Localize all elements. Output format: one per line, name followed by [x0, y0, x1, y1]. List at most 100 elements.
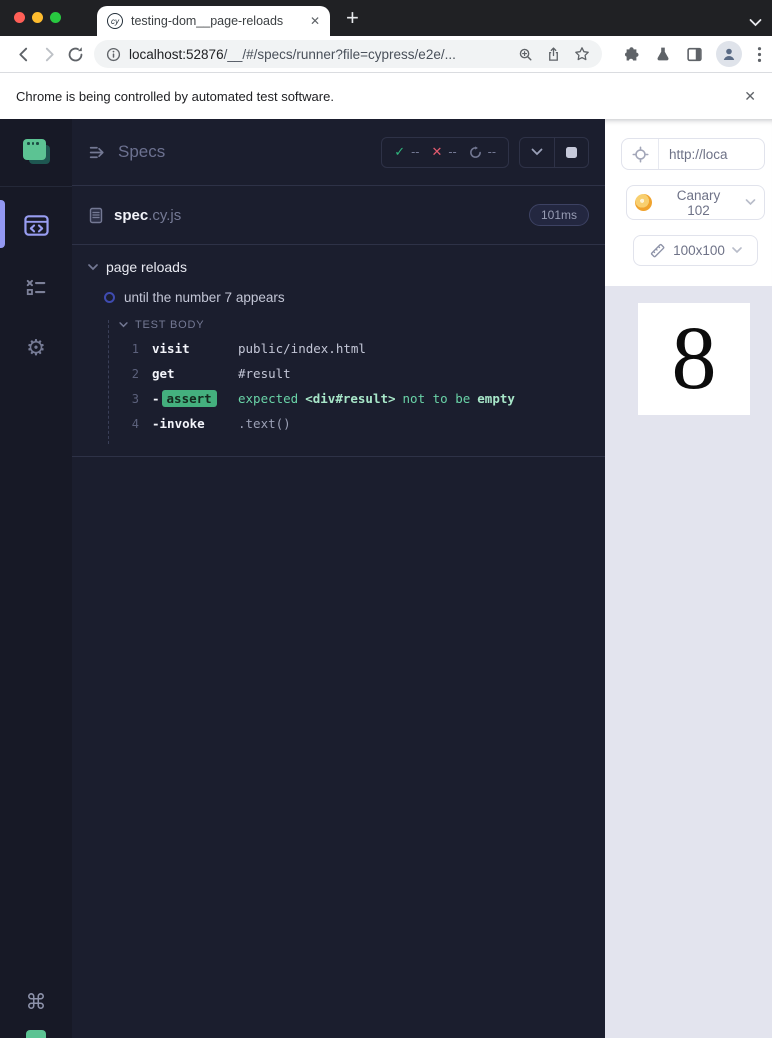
browser-selector-label: Canary 102: [652, 188, 745, 218]
reporter-panel: Specs ✓ -- ✕ -- -- spec.cy.js 101ms page…: [72, 119, 605, 1038]
x-icon: ✕: [431, 144, 443, 159]
command-name-text: visit: [152, 341, 190, 356]
command-args: .text(): [238, 416, 291, 431]
cypress-favicon-icon: cy: [107, 13, 123, 29]
stacked-cards-icon: [21, 138, 51, 166]
zoom-icon[interactable]: [518, 47, 533, 62]
command-row-visit[interactable]: 1 visit public/index.html: [119, 336, 589, 361]
assert-msg-not-to-be: not to be: [402, 391, 471, 406]
gear-icon: ⚙: [26, 335, 46, 360]
command-dash: -: [152, 416, 160, 431]
command-number: 3: [131, 391, 139, 406]
command-number: 1: [131, 341, 139, 356]
test-until-number-appears[interactable]: until the number 7 appears: [104, 289, 589, 306]
stop-button[interactable]: [554, 137, 588, 167]
profile-avatar[interactable]: [716, 41, 742, 67]
automation-banner: Chrome is being controlled by automated …: [0, 73, 772, 119]
tab-title: testing-dom__page-reloads: [131, 14, 284, 28]
test-stats[interactable]: ✓ -- ✕ -- --: [381, 136, 509, 168]
stat-passed-value: --: [411, 145, 420, 159]
stat-failed-value: --: [448, 145, 457, 159]
extensions-puzzle-icon[interactable]: [623, 46, 640, 63]
command-name: - assert: [152, 390, 238, 407]
close-window-button[interactable]: [14, 12, 25, 23]
check-icon: ✓: [394, 144, 406, 159]
sidebar-item-runs[interactable]: [0, 275, 72, 301]
reload-icon[interactable]: [62, 46, 88, 63]
aut-header: http://loca Canary 102 100x100: [605, 119, 772, 286]
flask-icon[interactable]: [655, 46, 671, 62]
collapse-chevron-button[interactable]: [520, 138, 554, 167]
url-text: localhost:52876/__/#/specs/runner?file=c…: [129, 47, 505, 62]
aut-url-bar[interactable]: http://loca: [621, 138, 765, 170]
url-path: /__/#/specs/runner?file=cypress/e2e/...: [223, 46, 456, 62]
command-row-assert[interactable]: 3 - assert expected <div#result> not to be e…: [119, 386, 589, 411]
site-info-icon[interactable]: [106, 47, 121, 62]
sidebar-item-settings[interactable]: ⚙: [0, 337, 72, 359]
command-row-invoke[interactable]: 4 -invoke .text(): [119, 411, 589, 436]
test-body-toggle[interactable]: TEST BODY: [119, 319, 589, 336]
forward-icon[interactable]: [36, 46, 62, 63]
command-icon: ⌘: [25, 991, 47, 1014]
spec-file-name: spec.cy.js: [114, 207, 181, 224]
share-icon[interactable]: [546, 46, 561, 62]
chevron-down-icon: [745, 199, 756, 206]
run-controls: [519, 136, 589, 168]
keyboard-shortcuts-button[interactable]: ⌘: [0, 992, 72, 1013]
selector-playground-icon[interactable]: [622, 145, 658, 163]
maximize-window-button[interactable]: [50, 12, 61, 23]
suite-title: page reloads: [106, 259, 187, 275]
command-name-text: invoke: [159, 416, 205, 431]
browser-name: Canary: [676, 187, 721, 203]
chevron-down-icon: [732, 247, 742, 254]
test-title: until the number 7 appears: [124, 290, 285, 305]
tab-close-icon[interactable]: ✕: [310, 14, 320, 28]
specs-list-toggle-icon[interactable]: [88, 143, 107, 162]
menu-dots-icon[interactable]: [757, 46, 762, 63]
command-name-text: get: [152, 366, 175, 381]
ruler-icon: [649, 242, 666, 259]
back-icon[interactable]: [10, 46, 36, 63]
viewport-selector[interactable]: 100x100: [633, 235, 758, 266]
reporter-header: Specs ✓ -- ✕ -- --: [72, 119, 605, 186]
browser-tab[interactable]: cy testing-dom__page-reloads ✕: [97, 6, 330, 36]
sidebar-divider: [0, 186, 72, 187]
aut-url-text: http://loca: [669, 146, 728, 162]
chevron-down-icon: [88, 263, 98, 271]
bookmark-star-icon[interactable]: [574, 46, 590, 62]
address-bar[interactable]: localhost:52876/__/#/specs/runner?file=c…: [94, 40, 602, 68]
spec-file-icon: [88, 207, 104, 224]
stat-pending: --: [469, 145, 496, 159]
command-args: #result: [238, 366, 291, 381]
browser-selector[interactable]: Canary 102: [626, 185, 765, 220]
assert-msg-element: <div#result>: [305, 391, 396, 406]
aut-panel: http://loca Canary 102 100x100 8: [605, 119, 772, 1038]
suite-page-reloads[interactable]: page reloads: [88, 258, 589, 276]
new-tab-button[interactable]: +: [346, 2, 359, 34]
command-name: get: [152, 366, 238, 381]
specs-stack-icon[interactable]: [0, 138, 72, 166]
automation-banner-text: Chrome is being controlled by automated …: [16, 88, 334, 104]
command-row-get[interactable]: 2 get #result: [119, 361, 589, 386]
command-name: visit: [152, 341, 238, 356]
command-dash: -: [152, 391, 160, 406]
stat-failed: ✕ --: [431, 144, 456, 160]
command-name: -invoke: [152, 416, 238, 431]
spec-name-bold: spec: [114, 206, 149, 224]
sidebar-item-specs[interactable]: [0, 212, 72, 239]
sidebar-bottom-partial-icon: [26, 1030, 46, 1038]
spec-name-ext: .cy.js: [148, 206, 182, 224]
stop-square-icon: [566, 146, 577, 158]
command-number: 2: [131, 366, 139, 381]
stat-passed: ✓ --: [394, 144, 419, 160]
spec-file-row[interactable]: spec.cy.js 101ms: [72, 186, 605, 245]
banner-close-icon[interactable]: ✕: [744, 88, 756, 105]
stat-pending-value: --: [487, 145, 496, 159]
side-panel-icon[interactable]: [686, 46, 703, 63]
minimize-window-button[interactable]: [32, 12, 43, 23]
url-host: localhost:52876: [129, 46, 224, 62]
test-body-block: TEST BODY 1 visit public/index.html 2 ge…: [108, 319, 589, 444]
spec-duration-badge: 101ms: [528, 204, 589, 226]
tab-search-chevron-icon[interactable]: [749, 14, 762, 32]
test-running-circle-icon: [104, 292, 115, 303]
